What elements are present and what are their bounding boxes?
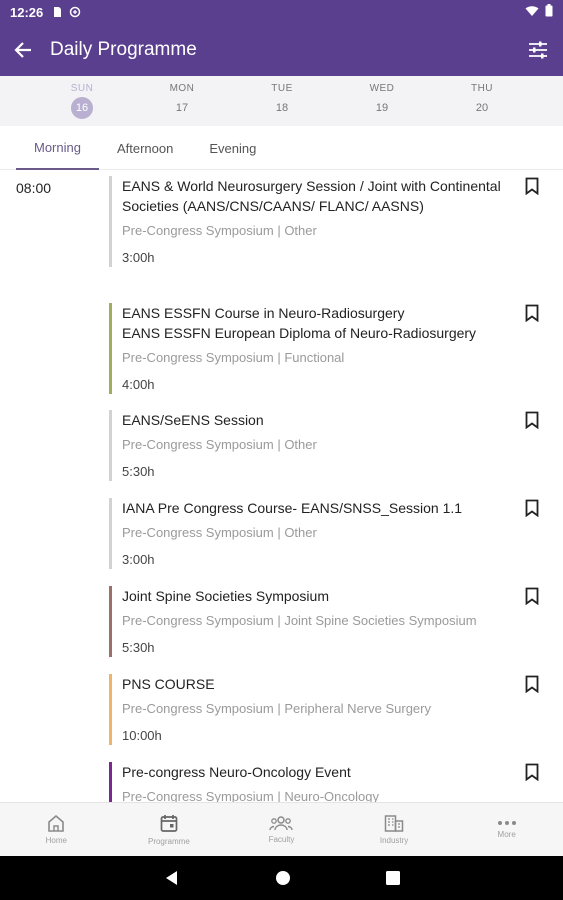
app-bar: Daily Programme bbox=[0, 24, 563, 76]
session-title: PNS COURSE bbox=[122, 676, 215, 692]
bookmark-button[interactable] bbox=[521, 499, 543, 523]
bookmark-icon bbox=[525, 177, 539, 195]
day-number: 17 bbox=[175, 102, 189, 114]
back-button[interactable] bbox=[0, 24, 46, 76]
session-item[interactable]: Pre-congress Neuro-Oncology Event Pre-Co… bbox=[109, 762, 549, 802]
session-title: EANS & World Neurosurgery Session / Join… bbox=[122, 178, 501, 214]
battery-icon bbox=[545, 4, 553, 20]
day-name: THU bbox=[470, 83, 494, 94]
bookmark-icon bbox=[525, 499, 539, 517]
nav-home[interactable]: Home bbox=[0, 803, 113, 856]
nav-industry[interactable]: Industry bbox=[338, 803, 451, 856]
day-number: 16 bbox=[71, 97, 93, 119]
session-category: Pre-Congress Symposium | Functional bbox=[122, 350, 345, 365]
nav-faculty[interactable]: Faculty bbox=[225, 803, 338, 856]
day-tue[interactable]: TUE 18 bbox=[232, 76, 332, 126]
system-back-icon[interactable] bbox=[164, 870, 180, 886]
day-name: WED bbox=[369, 83, 395, 94]
nav-label: Faculty bbox=[268, 835, 295, 844]
session-item[interactable]: PNS COURSE Pre-Congress Symposium | Peri… bbox=[109, 674, 549, 745]
system-navigation-bar bbox=[0, 856, 563, 900]
session-duration: 4:00h bbox=[122, 377, 155, 392]
wifi-icon bbox=[525, 5, 539, 20]
day-sun[interactable]: SUN 16 bbox=[32, 76, 132, 126]
bookmark-button[interactable] bbox=[521, 763, 543, 787]
session-category: Pre-Congress Symposium | Joint Spine Soc… bbox=[122, 613, 477, 628]
arrow-left-icon bbox=[14, 42, 31, 58]
nav-more[interactable]: More bbox=[450, 803, 563, 856]
people-icon bbox=[269, 816, 294, 831]
status-time: 12:26 bbox=[10, 4, 44, 20]
tab-evening[interactable]: Evening bbox=[191, 126, 274, 170]
status-bar: 12:26 bbox=[0, 0, 563, 24]
day-number: 20 bbox=[475, 102, 489, 114]
day-number: 19 bbox=[375, 102, 389, 114]
day-wed[interactable]: WED 19 bbox=[332, 76, 432, 126]
data-saver-icon bbox=[69, 6, 81, 18]
session-category: Pre-Congress Symposium | Peripheral Nerv… bbox=[122, 701, 431, 716]
bookmark-icon bbox=[525, 675, 539, 693]
nav-label: Programme bbox=[147, 837, 190, 846]
bookmark-icon bbox=[525, 587, 539, 605]
session-category: Pre-Congress Symposium | Other bbox=[122, 525, 317, 540]
nav-label: Home bbox=[45, 836, 67, 845]
tab-morning[interactable]: Morning bbox=[16, 126, 99, 170]
system-home-icon[interactable] bbox=[275, 870, 291, 886]
session-list: 08:00 EANS & World Neurosurgery Session … bbox=[0, 170, 563, 802]
calendar-icon bbox=[160, 815, 178, 832]
nav-programme[interactable]: Programme bbox=[113, 803, 226, 856]
session-category: Pre-Congress Symposium | Neuro-Oncology bbox=[122, 789, 379, 802]
bookmark-icon bbox=[525, 411, 539, 429]
bookmark-button[interactable] bbox=[521, 177, 543, 201]
more-icon bbox=[497, 821, 516, 825]
bottom-navigation: Home Programme Faculty Industry More bbox=[0, 802, 563, 856]
system-recents-icon[interactable] bbox=[385, 871, 400, 885]
session-category: Pre-Congress Symposium | Other bbox=[122, 223, 317, 238]
session-title: EANS/SeENS Session bbox=[122, 412, 264, 428]
session-duration: 5:30h bbox=[122, 464, 155, 479]
session-title: IANA Pre Congress Course- EANS/SNSS_Sess… bbox=[122, 500, 463, 516]
session-duration: 5:30h bbox=[122, 640, 155, 655]
day-selector: SUN 16 MON 17 TUE 18 WED 19 THU 20 bbox=[0, 76, 563, 126]
day-name: TUE bbox=[271, 83, 293, 94]
session-title: EANS ESSFN Course in Neuro-Radiosurgery … bbox=[122, 305, 477, 341]
tune-icon bbox=[529, 41, 547, 59]
session-title: Pre-congress Neuro-Oncology Event bbox=[122, 764, 351, 780]
bookmark-button[interactable] bbox=[521, 587, 543, 611]
session-duration: 3:00h bbox=[122, 250, 155, 265]
session-duration: 10:00h bbox=[122, 728, 162, 743]
time-slot-label: 08:00 bbox=[16, 180, 52, 196]
session-duration: 3:00h bbox=[122, 552, 155, 567]
bookmark-button[interactable] bbox=[521, 675, 543, 699]
session-category: Pre-Congress Symposium | Other bbox=[122, 437, 317, 452]
session-item[interactable]: EANS & World Neurosurgery Session / Join… bbox=[109, 176, 549, 267]
sd-card-icon bbox=[51, 6, 63, 18]
session-item[interactable]: EANS/SeENS Session Pre-Congress Symposiu… bbox=[109, 410, 549, 481]
bookmark-button[interactable] bbox=[521, 304, 543, 328]
nav-label: Industry bbox=[379, 836, 409, 845]
day-name: MON bbox=[169, 83, 195, 94]
filter-button[interactable] bbox=[513, 24, 563, 76]
session-item[interactable]: IANA Pre Congress Course- EANS/SNSS_Sess… bbox=[109, 498, 549, 569]
page-title: Daily Programme bbox=[50, 39, 197, 60]
session-item[interactable]: EANS ESSFN Course in Neuro-Radiosurgery … bbox=[109, 303, 549, 394]
bookmark-button[interactable] bbox=[521, 411, 543, 435]
bookmark-icon bbox=[525, 763, 539, 781]
day-mon[interactable]: MON 17 bbox=[132, 76, 232, 126]
session-item[interactable]: Joint Spine Societies Symposium Pre-Cong… bbox=[109, 586, 549, 657]
day-thu[interactable]: THU 20 bbox=[432, 76, 532, 126]
session-title: Joint Spine Societies Symposium bbox=[122, 588, 329, 604]
day-name: SUN bbox=[70, 83, 94, 94]
bookmark-icon bbox=[525, 304, 539, 322]
tab-afternoon[interactable]: Afternoon bbox=[99, 126, 191, 170]
time-of-day-tabs: Morning Afternoon Evening bbox=[0, 126, 563, 170]
nav-label: More bbox=[497, 830, 516, 839]
home-icon bbox=[48, 814, 65, 832]
day-number: 18 bbox=[275, 102, 289, 114]
building-icon bbox=[384, 815, 404, 832]
